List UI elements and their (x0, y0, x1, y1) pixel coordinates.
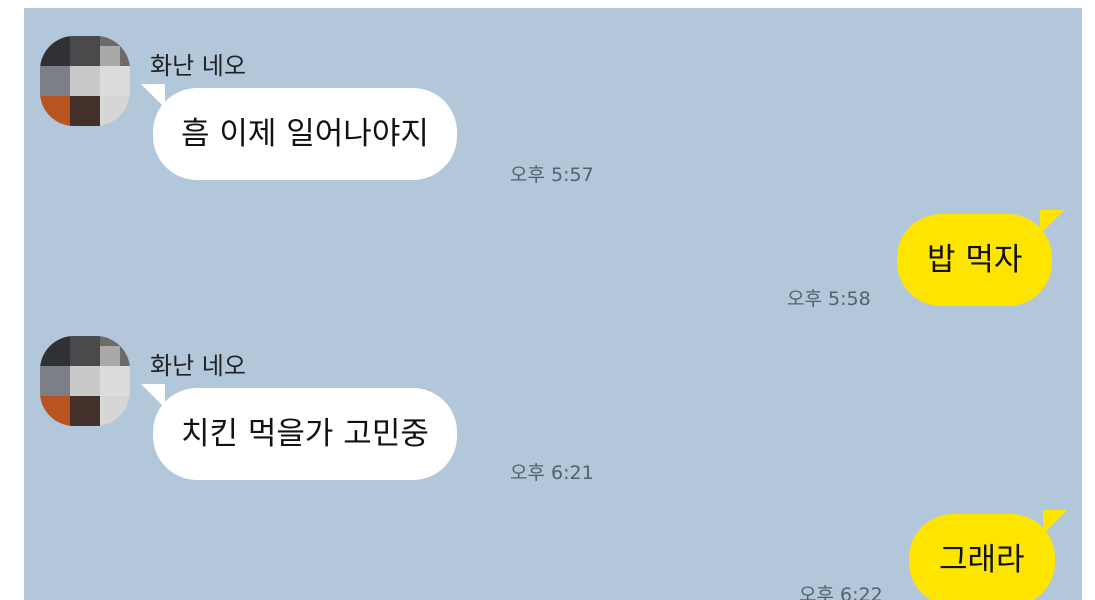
avatar[interactable] (40, 336, 130, 426)
message-time: 오후 5:58 (787, 288, 871, 310)
incoming-message-bubble[interactable]: 치킨 먹을가 고민중 (141, 384, 457, 480)
sender-name: 화난 네오 (150, 352, 246, 380)
message-time: 오후 5:57 (510, 164, 594, 186)
outgoing-message-bubble[interactable]: 그래라 (909, 510, 1067, 600)
bubble-tail (141, 384, 165, 408)
message-text: 흠 이제 일어나야지 (181, 116, 429, 152)
bubble-tail (141, 84, 165, 108)
chat-room: 화난 네오 흠 이제 일어나야지 오후 5:57 밥 먹자 오후 5:58 화난… (24, 8, 1082, 600)
message-text: 밥 먹자 (927, 242, 1023, 278)
pixelated-avatar-icon (40, 36, 130, 126)
pixelated-avatar-icon (40, 336, 130, 426)
sender-name: 화난 네오 (150, 52, 246, 80)
message-time: 오후 6:21 (510, 462, 594, 484)
message-text: 치킨 먹을가 고민중 (181, 416, 429, 452)
outgoing-message-bubble[interactable]: 밥 먹자 (897, 210, 1065, 306)
incoming-message-bubble[interactable]: 흠 이제 일어나야지 (141, 84, 457, 180)
message-text: 그래라 (939, 542, 1025, 578)
avatar[interactable] (40, 36, 130, 126)
bubble-tail (1040, 210, 1065, 234)
message-time: 오후 6:22 (799, 584, 883, 600)
bubble-tail (1042, 510, 1067, 534)
